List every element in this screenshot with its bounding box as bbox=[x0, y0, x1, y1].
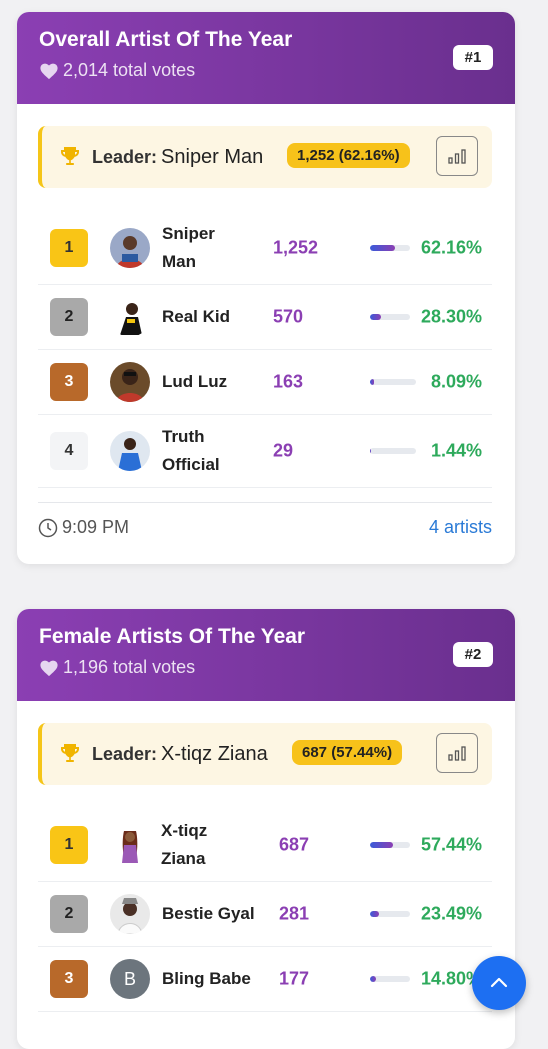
avatar bbox=[110, 228, 150, 268]
leader-votes-badge: 1,252 (62.16%) bbox=[287, 143, 410, 168]
vote-progress-bar bbox=[370, 448, 416, 454]
leader-label-text: Leader: bbox=[92, 744, 158, 764]
leader-banner: Leader: X-tiqz Ziana 687 (57.44%) bbox=[38, 723, 492, 785]
ranking-row[interactable]: 3 B Bling Babe 177 14.80% bbox=[38, 947, 492, 1012]
artist-name: Bling Babe bbox=[162, 969, 251, 988]
vote-count: 1,252 bbox=[273, 237, 319, 258]
vote-progress-bar bbox=[370, 911, 410, 917]
poll-header: Female Artists Of The Year 1,196 total v… bbox=[17, 609, 515, 701]
ranking-row[interactable]: 1 Sniper Man 1,252 62.16% bbox=[38, 212, 492, 285]
vote-progress-fill bbox=[370, 245, 395, 251]
vote-progress-bar bbox=[370, 379, 416, 385]
clock-icon bbox=[38, 518, 58, 537]
leader-label: Leader: X-tiqz Ziana bbox=[92, 743, 268, 766]
bar-chart-icon bbox=[448, 746, 466, 761]
chevron-up-icon bbox=[490, 977, 508, 988]
position-badge: 2 bbox=[50, 298, 88, 336]
vote-progress-bar bbox=[370, 245, 410, 251]
ranking-row[interactable]: 2 Real Kid 570 28.30% bbox=[38, 285, 492, 350]
position-badge: 2 bbox=[50, 895, 88, 933]
trophy-icon bbox=[61, 744, 79, 762]
vote-count: 177 bbox=[279, 968, 310, 989]
leader-name: X-tiqz Ziana bbox=[161, 743, 268, 765]
position-badge: 3 bbox=[50, 363, 88, 401]
poll-title: Female Artists Of The Year bbox=[39, 625, 306, 648]
vote-percent: 1.44% bbox=[430, 440, 482, 461]
avatar bbox=[110, 297, 150, 337]
artist-name: Bestie Gyal bbox=[162, 904, 255, 923]
vote-percent: 57.44% bbox=[420, 834, 482, 855]
vote-progress-bar bbox=[370, 314, 410, 320]
vote-count: 29 bbox=[273, 440, 294, 461]
vote-progress-fill bbox=[370, 976, 376, 982]
timestamp-text: 9:09 PM bbox=[62, 517, 130, 537]
vote-progress-fill bbox=[370, 842, 393, 848]
poll-title: Overall Artist Of The Year bbox=[39, 28, 293, 51]
poll-card-female: Female Artists Of The Year 1,196 total v… bbox=[17, 609, 515, 1049]
ranking-list: 1 Sniper Man 1,252 62.16% 2 Real Kid 570… bbox=[38, 212, 492, 488]
vote-progress-fill bbox=[370, 448, 371, 454]
leader-label: Leader: Sniper Man bbox=[92, 146, 263, 169]
avatar bbox=[110, 825, 150, 865]
vote-count: 687 bbox=[279, 834, 310, 855]
position-badge: 4 bbox=[50, 432, 88, 470]
vote-progress-fill bbox=[370, 379, 374, 385]
poll-footer: 9:09 PM 4 artists bbox=[38, 502, 492, 553]
stats-button[interactable] bbox=[436, 136, 478, 176]
leader-banner: Leader: Sniper Man 1,252 (62.16%) bbox=[38, 126, 492, 188]
position-badge: 1 bbox=[50, 229, 88, 267]
scroll-to-top-button[interactable] bbox=[472, 956, 526, 1010]
vote-count: 570 bbox=[273, 306, 304, 327]
timestamp: 9:09 PM bbox=[38, 517, 129, 538]
rank-badge: #1 bbox=[453, 45, 493, 70]
total-votes: 1,196 total votes bbox=[39, 657, 195, 678]
vote-progress-bar bbox=[370, 976, 410, 982]
ranking-list: 1 X-tiqz Ziana 687 57.44% 2 Bestie Gyal … bbox=[38, 809, 492, 1012]
poll-header: Overall Artist Of The Year 2,014 total v… bbox=[17, 12, 515, 104]
avatar bbox=[110, 362, 150, 402]
vote-percent: 23.49% bbox=[420, 903, 482, 924]
vote-progress-fill bbox=[370, 314, 382, 320]
vote-progress-fill bbox=[370, 911, 380, 917]
poll-card-overall: Overall Artist Of The Year 2,014 total v… bbox=[17, 12, 515, 564]
leader-votes-badge: 687 (57.44%) bbox=[292, 740, 403, 765]
total-votes-text: 1,196 total votes bbox=[63, 657, 196, 677]
artist-name: Real Kid bbox=[162, 307, 231, 326]
leader-name: Sniper Man bbox=[161, 146, 264, 168]
vote-percent: 28.30% bbox=[420, 306, 482, 327]
heart-icon bbox=[40, 660, 58, 676]
position-badge: 3 bbox=[50, 960, 88, 998]
vote-count: 163 bbox=[273, 371, 304, 392]
rank-badge: #2 bbox=[453, 642, 493, 667]
bar-chart-icon bbox=[448, 149, 466, 164]
leader-label-text: Leader: bbox=[92, 147, 158, 167]
trophy-icon bbox=[61, 147, 79, 165]
avatar bbox=[110, 894, 150, 934]
artist-name: Truth Official bbox=[162, 427, 220, 474]
avatar bbox=[110, 431, 150, 471]
vote-progress-bar bbox=[370, 842, 410, 848]
vote-percent: 8.09% bbox=[430, 371, 482, 392]
artist-name: X-tiqz Ziana bbox=[161, 821, 208, 868]
artist-name: Sniper Man bbox=[162, 224, 215, 271]
artists-count-link[interactable]: 4 artists bbox=[429, 517, 492, 538]
ranking-row[interactable]: 4 Truth Official 29 1.44% bbox=[38, 415, 492, 488]
total-votes-text: 2,014 total votes bbox=[63, 60, 196, 80]
ranking-row[interactable]: 3 Lud Luz 163 8.09% bbox=[38, 350, 492, 415]
vote-percent: 62.16% bbox=[420, 237, 482, 258]
heart-icon bbox=[40, 63, 58, 79]
vote-count: 281 bbox=[279, 903, 310, 924]
avatar: B bbox=[110, 959, 150, 999]
position-badge: 1 bbox=[50, 826, 88, 864]
stats-button[interactable] bbox=[436, 733, 478, 773]
total-votes: 2,014 total votes bbox=[39, 60, 195, 81]
ranking-row[interactable]: 2 Bestie Gyal 281 23.49% bbox=[38, 882, 492, 947]
artist-name: Lud Luz bbox=[162, 372, 228, 391]
ranking-row[interactable]: 1 X-tiqz Ziana 687 57.44% bbox=[38, 809, 492, 882]
